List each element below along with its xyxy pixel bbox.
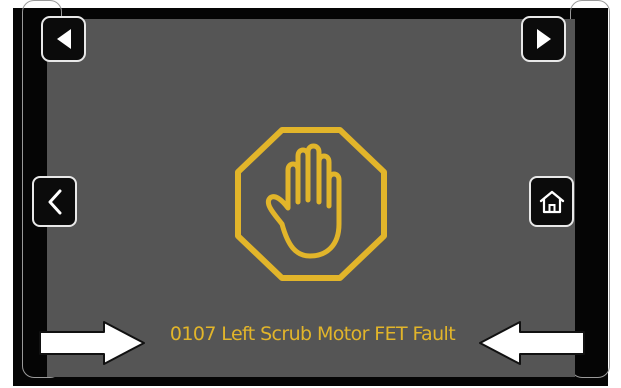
home-icon (539, 190, 564, 213)
triangle-right-icon (536, 29, 551, 49)
stop-hand-icon (230, 124, 392, 284)
fault-message: 0107 Left Scrub Motor FET Fault (169, 323, 456, 345)
callout-arrow-icon (38, 320, 146, 366)
chevron-left-icon (48, 189, 61, 214)
next-page-button[interactable] (521, 16, 566, 62)
triangle-left-icon (56, 29, 71, 49)
callout-arrow-icon (478, 320, 586, 366)
previous-page-button[interactable] (41, 16, 86, 62)
home-button[interactable] (529, 176, 574, 227)
back-button[interactable] (32, 176, 77, 227)
